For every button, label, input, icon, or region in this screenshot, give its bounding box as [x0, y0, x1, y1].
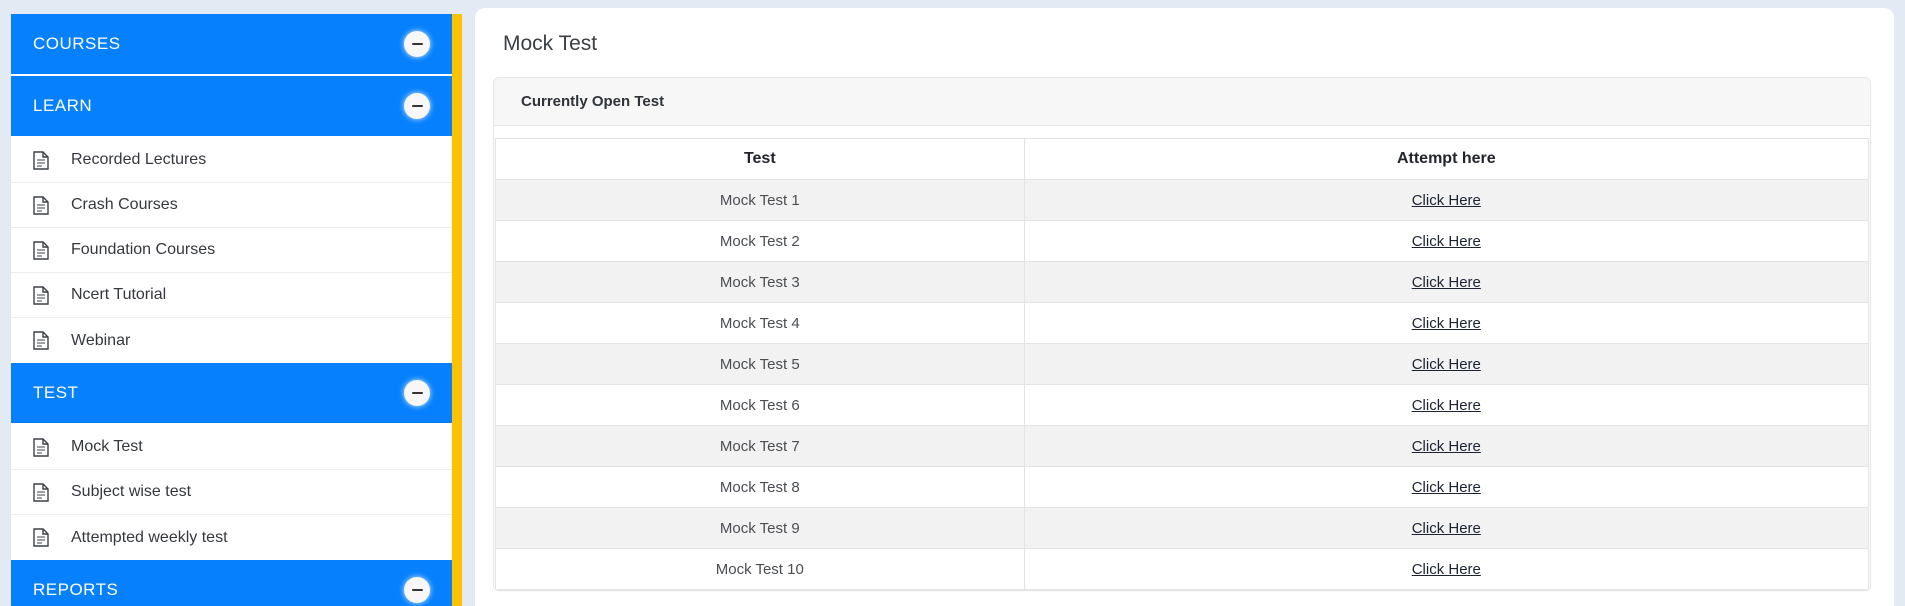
table-row: Mock Test 3 Click Here [495, 261, 1870, 303]
document-icon [33, 240, 49, 260]
app-root: COURSES LEARN Recorded Lectures Crash Co… [0, 0, 1905, 606]
sidebar-section-label: TEST [33, 383, 79, 402]
table-row: Mock Test 4 Click Here [495, 302, 1870, 344]
sidebar-item-label: Attempted weekly test [71, 528, 228, 546]
minus-circle-icon[interactable] [404, 577, 430, 603]
sidebar-section-label: REPORTS [33, 580, 119, 599]
document-icon [33, 150, 49, 170]
sidebar-group-test: Mock Test Subject wise test Attempted we… [11, 425, 452, 560]
table-row: Mock Test 5 Click Here [495, 343, 1870, 385]
sidebar-item-webinar[interactable]: Webinar [11, 318, 452, 363]
cell-test-name: Mock Test 7 [495, 425, 1025, 467]
table-body: Mock Test 1 Click Here Mock Test 2 Click… [495, 179, 1870, 590]
attempt-link[interactable]: Click Here [1412, 315, 1481, 332]
minus-glyph [411, 589, 423, 591]
table-head: Test Attempt here [495, 138, 1870, 180]
minus-circle-icon[interactable] [404, 31, 430, 57]
table-row: Mock Test 1 Click Here [495, 179, 1870, 221]
attempt-link[interactable]: Click Here [1412, 438, 1481, 455]
document-icon [33, 437, 49, 457]
sidebar-section-reports[interactable]: REPORTS [11, 560, 452, 606]
sidebar-item-label: Foundation Courses [71, 241, 216, 258]
sidebar: COURSES LEARN Recorded Lectures Crash Co… [11, 14, 462, 606]
sidebar-section-courses[interactable]: COURSES [11, 14, 452, 76]
minus-glyph [411, 43, 423, 45]
cell-attempt: Click Here [1023, 384, 1870, 426]
card-header-title: Currently Open Test [494, 78, 1870, 126]
cell-test-name: Mock Test 1 [495, 179, 1025, 221]
mock-test-table: Test Attempt here Mock Test 1 Click Here [495, 138, 1870, 590]
cell-test-name: Mock Test 8 [495, 466, 1025, 508]
column-header-attempt-here: Attempt here [1023, 138, 1870, 180]
attempt-link[interactable]: Click Here [1412, 397, 1481, 414]
column-header-test: Test [495, 138, 1025, 180]
page-title: Mock Test [503, 32, 598, 55]
sidebar-section-learn[interactable]: LEARN [11, 76, 452, 138]
cell-test-name: Mock Test 6 [495, 384, 1025, 426]
table-row: Mock Test 8 Click Here [495, 466, 1870, 508]
minus-circle-icon[interactable] [404, 380, 430, 406]
table-row: Mock Test 9 Click Here [495, 507, 1870, 549]
minus-circle-icon[interactable] [404, 93, 430, 119]
sidebar-item-label: Webinar [71, 331, 131, 349]
cell-attempt: Click Here [1023, 343, 1870, 385]
cell-test-name: Mock Test 9 [495, 507, 1025, 549]
sidebar-section-test[interactable]: TEST [11, 363, 452, 425]
cell-attempt: Click Here [1023, 425, 1870, 467]
table-row: Mock Test 2 Click Here [495, 220, 1870, 262]
minus-glyph [411, 105, 423, 107]
attempt-link[interactable]: Click Here [1412, 520, 1481, 537]
cell-attempt: Click Here [1023, 261, 1870, 303]
table-row: Mock Test 7 Click Here [495, 425, 1870, 467]
sidebar-item-subject-wise-test[interactable]: Subject wise test [11, 470, 452, 515]
card-body: Test Attempt here Mock Test 1 Click Here [494, 126, 1870, 590]
document-icon [33, 482, 49, 502]
document-icon [33, 285, 49, 305]
cell-attempt: Click Here [1023, 466, 1870, 508]
sidebar-section-label: LEARN [33, 96, 93, 115]
cell-attempt: Click Here [1023, 220, 1870, 262]
currently-open-test-card: Currently Open Test Test Attempt here Mo… [493, 77, 1871, 591]
sidebar-item-crash-courses[interactable]: Crash Courses [11, 183, 452, 228]
document-icon [33, 528, 49, 547]
sidebar-item-mock-test[interactable]: Mock Test [11, 425, 452, 470]
attempt-link[interactable]: Click Here [1412, 561, 1481, 578]
attempt-link[interactable]: Click Here [1412, 274, 1481, 291]
attempt-link[interactable]: Click Here [1412, 479, 1481, 496]
sidebar-item-label: Crash Courses [71, 196, 178, 213]
sidebar-item-ncert-tutorial[interactable]: Ncert Tutorial [11, 273, 452, 318]
sidebar-section-label: COURSES [33, 34, 121, 53]
sidebar-item-foundation-courses[interactable]: Foundation Courses [11, 228, 452, 273]
sidebar-group-learn: Recorded Lectures Crash Courses Foundati… [11, 138, 452, 363]
cell-attempt: Click Here [1023, 179, 1870, 221]
document-icon [33, 331, 49, 350]
main-content: Mock Test Currently Open Test Test Attem… [475, 8, 1894, 606]
sidebar-item-label: Subject wise test [71, 483, 192, 500]
cell-test-name: Mock Test 10 [495, 548, 1025, 590]
table-row: Mock Test 6 Click Here [495, 384, 1870, 426]
sidebar-item-label: Ncert Tutorial [71, 286, 167, 303]
sidebar-item-attempted-weekly-test[interactable]: Attempted weekly test [11, 515, 452, 560]
sidebar-item-label: Recorded Lectures [71, 151, 207, 168]
sidebar-item-label: Mock Test [71, 438, 143, 455]
attempt-link[interactable]: Click Here [1412, 233, 1481, 250]
table-row: Mock Test 10 Click Here [495, 548, 1870, 590]
attempt-link[interactable]: Click Here [1412, 192, 1481, 209]
minus-glyph [411, 392, 423, 394]
cell-test-name: Mock Test 3 [495, 261, 1025, 303]
cell-test-name: Mock Test 4 [495, 302, 1025, 344]
sidebar-item-recorded-lectures[interactable]: Recorded Lectures [11, 138, 452, 183]
table-header-row: Test Attempt here [495, 138, 1870, 180]
cell-attempt: Click Here [1023, 302, 1870, 344]
cell-test-name: Mock Test 5 [495, 343, 1025, 385]
attempt-link[interactable]: Click Here [1412, 356, 1481, 373]
cell-test-name: Mock Test 2 [495, 220, 1025, 262]
cell-attempt: Click Here [1023, 548, 1870, 590]
document-icon [33, 195, 49, 215]
cell-attempt: Click Here [1023, 507, 1870, 549]
